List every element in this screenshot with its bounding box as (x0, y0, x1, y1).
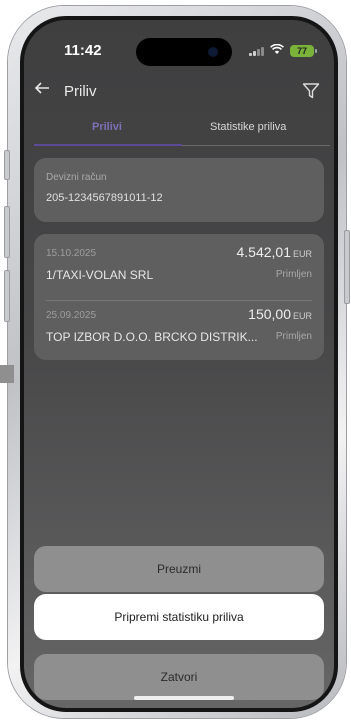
account-type-label: Devizni račun (46, 172, 107, 183)
transaction-status: Primljen (275, 269, 312, 280)
transaction-date: 15.10.2025 (46, 248, 97, 259)
back-arrow-icon[interactable] (34, 80, 50, 101)
signal-icon (249, 46, 264, 56)
transaction-currency: EUR (292, 249, 312, 259)
transaction-payer: TOP IZBOR D.O.O. BRCKO DISTRIK... (46, 330, 258, 344)
battery-icon: 77 (290, 45, 317, 57)
transaction-amount: 4.542,01 EUR (236, 244, 312, 260)
transaction-payer: 1/TAXI-VOLAN SRL (46, 268, 154, 282)
wifi-icon (270, 43, 284, 58)
power-button (344, 230, 350, 304)
transaction-row[interactable]: 25.09.2025 150,00 EUR TOP IZBOR D.O.O. BR… (46, 300, 312, 358)
app-screen: 11:42 77 Priliv Prilivi Statistike prili… (20, 16, 338, 712)
transactions-card: 15.10.2025 4.542,01 EUR 1/TAXI-VOLAN SRL … (34, 234, 324, 360)
transaction-currency: EUR (292, 311, 312, 321)
home-indicator (134, 696, 234, 700)
transaction-row[interactable]: 15.10.2025 4.542,01 EUR 1/TAXI-VOLAN SRL … (46, 238, 312, 296)
transaction-status: Primljen (275, 331, 312, 342)
active-tab-indicator (34, 144, 182, 146)
download-button[interactable]: Preuzmi (34, 546, 324, 592)
close-button[interactable]: Zatvori (34, 654, 324, 700)
transaction-amount: 150,00 EUR (248, 306, 312, 322)
tab-statistike-priliva[interactable]: Statistike priliva (210, 121, 286, 133)
dynamic-island (136, 38, 232, 66)
background-marker (0, 365, 14, 383)
account-number: 205-1234567891011-12 (46, 192, 163, 204)
mute-switch (4, 150, 10, 180)
account-card[interactable]: Devizni račun 205-1234567891011-12 (34, 158, 324, 222)
filter-icon[interactable] (302, 82, 320, 105)
status-indicators: 77 (249, 43, 317, 58)
transaction-date: 25.09.2025 (46, 310, 97, 321)
camera-icon (208, 47, 218, 57)
prepare-statistics-button[interactable]: Pripremi statistiku priliva (34, 594, 324, 640)
volume-down-button (4, 270, 10, 322)
page-title: Priliv (64, 83, 97, 100)
volume-up-button (4, 206, 10, 258)
tab-prilivi[interactable]: Prilivi (92, 121, 122, 133)
status-time: 11:42 (64, 42, 102, 59)
